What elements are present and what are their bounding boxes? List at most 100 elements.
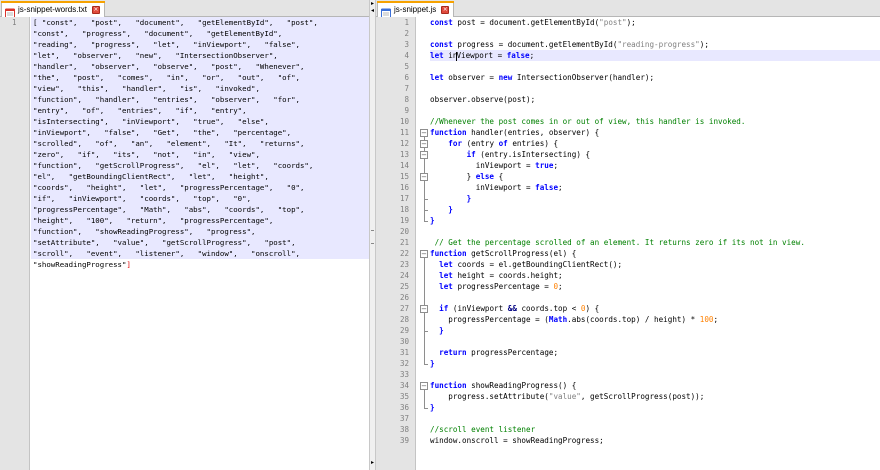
operator: && bbox=[507, 304, 517, 313]
fold-minus-icon[interactable]: − bbox=[420, 139, 428, 148]
code-line-19: } bbox=[430, 215, 880, 226]
line-number: 35 bbox=[399, 392, 409, 401]
line-number: 5 bbox=[404, 62, 409, 71]
comment: //scroll event listener bbox=[430, 425, 536, 434]
keyword: false bbox=[506, 51, 530, 60]
line-number: 32 bbox=[399, 359, 409, 368]
line-number: 7 bbox=[404, 84, 409, 93]
line-number: 23 bbox=[399, 260, 409, 269]
wrapped-text-line: "handler", "observer", "observe", "post"… bbox=[33, 62, 305, 71]
wrapped-text-line: "setAttribute", "value", "getScrollProgr… bbox=[33, 238, 296, 247]
code-text: observer.observe(post); bbox=[430, 95, 536, 104]
arrow-right-icon[interactable]: ▸ bbox=[370, 460, 375, 466]
fold-end-marker bbox=[424, 408, 428, 409]
code-text: post = document.getElementById( bbox=[452, 18, 600, 27]
code-line-3: const progress = document.getElementById… bbox=[430, 39, 880, 50]
fold-minus-icon[interactable]: − bbox=[420, 249, 428, 258]
code-line-21: // Get the percentage scrolled of an ele… bbox=[430, 237, 880, 248]
notepad-file-icon bbox=[381, 4, 391, 19]
divider-grip[interactable] bbox=[371, 230, 374, 244]
code-text: ; bbox=[713, 315, 719, 324]
close-icon[interactable]: × bbox=[91, 5, 100, 14]
text-area[interactable]: [ "const", "post", "document", "getEleme… bbox=[31, 17, 369, 470]
split-view-divider[interactable]: ▸ ◂ ▸ bbox=[369, 0, 376, 470]
fold-minus-icon[interactable]: − bbox=[420, 172, 428, 181]
code-line-13: if (entry.isIntersecting) { bbox=[430, 149, 880, 160]
code-line-11: function handler(entries, observer) { bbox=[430, 127, 880, 138]
code-line-39: window.onscroll = showReadingProgress; bbox=[430, 435, 880, 446]
text-fragment: "showReadingProgress" bbox=[33, 260, 127, 269]
wrapped-text-line: "height", "100", "return", "progressPerc… bbox=[33, 216, 274, 225]
keyword: for bbox=[448, 139, 463, 148]
code-text: progress.setAttribute( bbox=[430, 392, 549, 401]
fold-minus-icon[interactable]: − bbox=[420, 128, 428, 137]
wrapped-text-line: "if", "inViewport", "coords", "top", "0"… bbox=[33, 194, 252, 203]
tab-js-snippet-words[interactable]: js-snippet-words.txt × bbox=[1, 1, 105, 19]
code-line-10: //Whenever the post comes in or out of v… bbox=[430, 116, 880, 127]
fold-minus-icon[interactable]: − bbox=[420, 304, 428, 313]
keyword: let bbox=[439, 260, 453, 269]
keyword: Math bbox=[548, 315, 568, 324]
wrapped-text-line: "reading", "progress", "let", "inViewpor… bbox=[33, 40, 300, 49]
line-number: 6 bbox=[404, 73, 409, 82]
line-number: 22 bbox=[399, 249, 409, 258]
code-text: window.onscroll = showReadingProgress; bbox=[430, 436, 604, 445]
tab-label: js-snippet-words.txt bbox=[18, 5, 87, 14]
code-text: coords.top < bbox=[516, 304, 581, 313]
code-text: progressPercentage; bbox=[466, 348, 559, 357]
code-line-34: function showReadingProgress() { bbox=[430, 380, 880, 391]
keyword: true bbox=[535, 161, 554, 170]
code-line-1: const post = document.getElementById("po… bbox=[430, 17, 880, 28]
code-text: ; bbox=[558, 183, 563, 192]
line-number: 12 bbox=[399, 139, 409, 148]
keyword: else bbox=[475, 172, 495, 181]
closing-bracket: ] bbox=[126, 260, 131, 269]
number-literal: 100 bbox=[699, 315, 714, 324]
tab-active-indicator bbox=[1, 1, 105, 3]
code-area[interactable]: const post = document.getElementById("po… bbox=[430, 17, 880, 470]
line-number: 1 bbox=[12, 18, 17, 27]
wrapped-text-line: "scroll", "event", "listener", "window",… bbox=[33, 249, 300, 258]
line-number: 14 bbox=[399, 161, 409, 170]
code-text: ; bbox=[529, 51, 535, 60]
arrow-left-icon[interactable]: ◂ bbox=[370, 8, 375, 14]
code-text: inViewport = bbox=[430, 161, 536, 170]
tab-js-snippet[interactable]: js-snippet.js × bbox=[377, 1, 455, 19]
keyword: of bbox=[498, 139, 508, 148]
right-editor[interactable]: 1 2 3 4 5 6 7 8 9 10 11 12 13 14 15 16 17 18 19 20 21 22 23 24 2… bbox=[376, 17, 880, 470]
right-editor-pane: js-snippet.js × 1 2 3 4 5 6 7 8 9 10 11 12 13 14 15 16 1… bbox=[376, 0, 880, 470]
line-number: 10 bbox=[399, 117, 409, 126]
notepad-file-icon bbox=[5, 4, 15, 19]
keyword: let bbox=[430, 51, 444, 60]
code-line-6: let observer = new IntersectionObserver(… bbox=[430, 72, 880, 83]
line-number: 39 bbox=[399, 436, 409, 445]
line-number: 33 bbox=[399, 370, 409, 379]
keyword: function bbox=[430, 128, 467, 137]
code-text: } bbox=[430, 172, 476, 181]
line-number: 26 bbox=[399, 293, 409, 302]
brace: } bbox=[430, 326, 444, 335]
code-text: progressPercentage = bbox=[452, 282, 554, 291]
wrapped-text-line: "the", "post", "comes", "in", "or", "out… bbox=[33, 73, 300, 82]
wrapped-text-line: [ "const", "post", "document", "getEleme… bbox=[33, 18, 318, 27]
left-editor[interactable]: 1 [ "const", "post", "document", "getEle… bbox=[0, 17, 369, 470]
code-line-38: //scroll event listener bbox=[430, 424, 880, 435]
close-icon[interactable]: × bbox=[441, 5, 450, 14]
code-line-27: if (inViewport && coords.top < 0) { bbox=[430, 303, 880, 314]
wrapped-text-line: "entry", "of", "entries", "if", "entry", bbox=[33, 106, 247, 115]
brace: } bbox=[430, 359, 435, 368]
string-literal: "value" bbox=[548, 392, 581, 401]
left-tab-bar: js-snippet-words.txt × bbox=[0, 0, 369, 19]
code-line-18: } bbox=[430, 204, 880, 215]
line-number: 24 bbox=[399, 271, 409, 280]
code-line-17: } bbox=[430, 193, 880, 204]
code-line-12: for (entry of entries) { bbox=[430, 138, 880, 149]
keyword: if bbox=[439, 304, 449, 313]
code-line-25: let progressPercentage = 0; bbox=[430, 281, 880, 292]
code-line-4-current: let inViewport = false; bbox=[430, 50, 880, 61]
fold-minus-icon[interactable]: − bbox=[420, 381, 428, 390]
line-number: 31 bbox=[399, 348, 409, 357]
fold-minus-icon[interactable]: − bbox=[420, 150, 428, 159]
